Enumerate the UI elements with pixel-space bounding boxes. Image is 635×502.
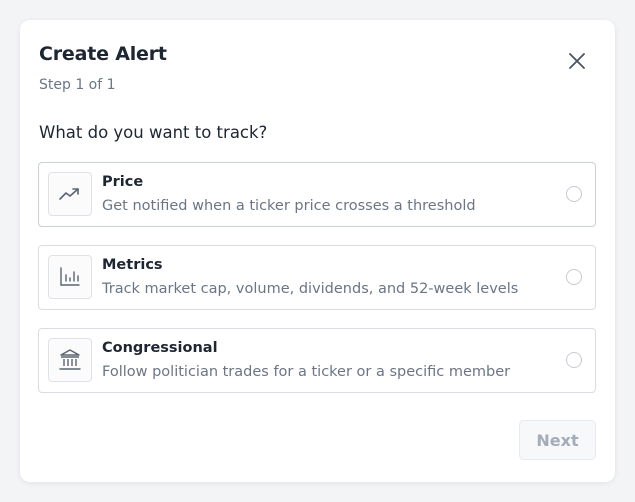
radio-congressional[interactable] bbox=[566, 352, 582, 368]
option-title: Price bbox=[102, 174, 144, 190]
option-congressional[interactable]: Congressional Follow politician trades f… bbox=[38, 328, 596, 393]
track-question: What do you want to track? bbox=[39, 123, 268, 142]
option-title: Metrics bbox=[102, 257, 163, 273]
option-metrics[interactable]: Metrics Track market cap, volume, divide… bbox=[38, 245, 596, 310]
option-description: Get notified when a ticker price crosses… bbox=[102, 198, 476, 214]
option-description: Track market cap, volume, dividends, and… bbox=[102, 281, 519, 297]
radio-price[interactable] bbox=[566, 186, 582, 202]
dialog-title: Create Alert bbox=[39, 43, 167, 65]
option-description: Follow politician trades for a ticker or… bbox=[102, 364, 511, 380]
radio-metrics[interactable] bbox=[566, 269, 582, 285]
bank-building-icon bbox=[48, 338, 92, 382]
trending-up-icon bbox=[48, 172, 92, 216]
next-button[interactable]: Next bbox=[519, 420, 596, 460]
close-icon[interactable] bbox=[566, 50, 588, 72]
option-title: Congressional bbox=[102, 340, 218, 356]
create-alert-dialog: Create Alert Step 1 of 1 What do you wan… bbox=[20, 20, 615, 482]
bar-chart-icon bbox=[48, 255, 92, 299]
option-price[interactable]: Price Get notified when a ticker price c… bbox=[38, 162, 596, 227]
step-indicator: Step 1 of 1 bbox=[39, 77, 116, 93]
